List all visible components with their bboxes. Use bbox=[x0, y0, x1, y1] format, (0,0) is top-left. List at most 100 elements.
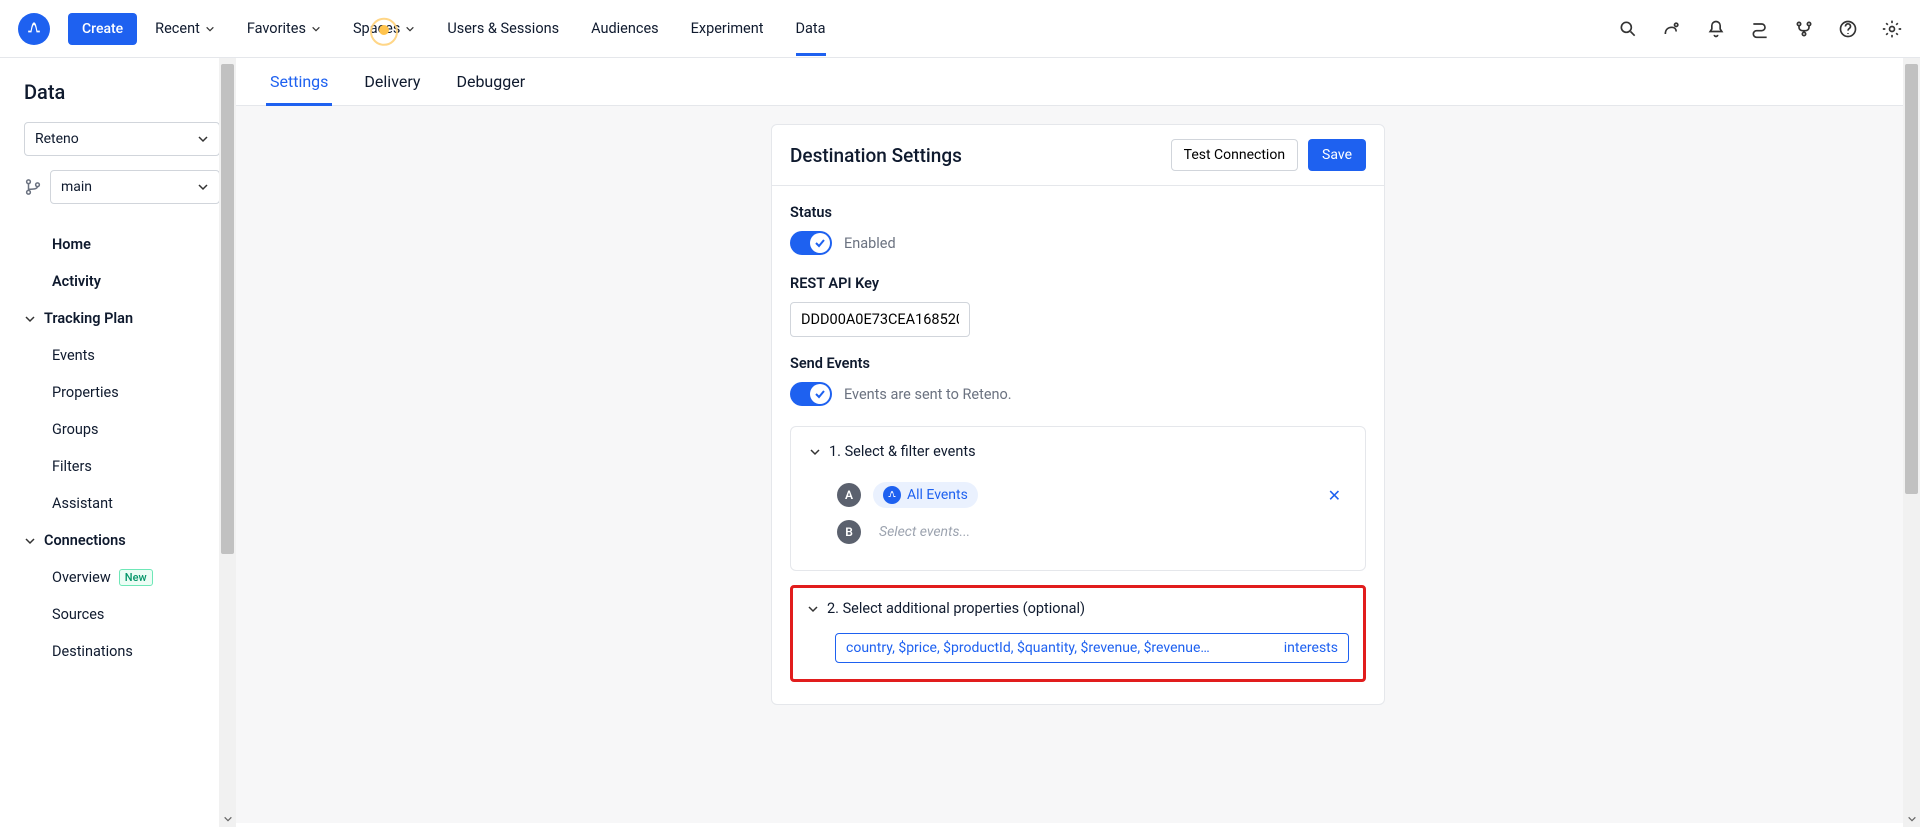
select-events-placeholder[interactable]: Select events... bbox=[873, 520, 976, 544]
topbar-right bbox=[1618, 19, 1902, 39]
scroll-thumb[interactable] bbox=[1905, 64, 1918, 494]
nav-users-sessions[interactable]: Users & Sessions bbox=[447, 2, 559, 55]
chevron-down-icon bbox=[197, 181, 209, 193]
section2-title: 2. Select additional properties (optiona… bbox=[827, 600, 1085, 617]
nav-label: Data bbox=[796, 20, 826, 37]
sidebar-item-activity[interactable]: Activity bbox=[24, 263, 220, 300]
nav-favorites[interactable]: Favorites bbox=[247, 2, 321, 55]
send-events-toggle[interactable] bbox=[790, 382, 832, 406]
status-label: Status bbox=[790, 204, 1366, 221]
tab-debugger[interactable]: Debugger bbox=[452, 58, 529, 105]
record-icon[interactable] bbox=[1662, 19, 1682, 39]
nav-label: Audiences bbox=[591, 20, 659, 37]
chevron-down-icon bbox=[24, 535, 36, 547]
remove-event-a[interactable]: ✕ bbox=[1322, 486, 1347, 505]
toggle-knob bbox=[810, 233, 830, 253]
branch-select[interactable]: main bbox=[50, 170, 220, 204]
section2-header[interactable]: 2. Select additional properties (optiona… bbox=[807, 600, 1349, 617]
app-logo[interactable] bbox=[18, 13, 50, 45]
sidebar: Data Reteno main Home Activity Tracking … bbox=[0, 58, 236, 827]
sidebar-item-properties[interactable]: Properties bbox=[24, 374, 220, 411]
sidebar-group-tracking-plan[interactable]: Tracking Plan bbox=[24, 300, 220, 337]
chevron-down-icon bbox=[205, 24, 215, 34]
search-icon[interactable] bbox=[1618, 19, 1638, 39]
check-icon bbox=[814, 237, 826, 249]
amplitude-logo-icon bbox=[24, 19, 44, 39]
save-button[interactable]: Save bbox=[1308, 139, 1366, 171]
event-row-b: B Select events... bbox=[809, 514, 1347, 550]
sidebar-title: Data bbox=[24, 80, 220, 104]
gear-icon[interactable] bbox=[1882, 19, 1902, 39]
api-key-label: REST API Key bbox=[790, 275, 1366, 292]
sidebar-item-overview[interactable]: OverviewNew bbox=[24, 559, 220, 596]
test-connection-button[interactable]: Test Connection bbox=[1171, 139, 1298, 171]
topbar: Create Recent Favorites Spaces Users & S… bbox=[0, 0, 1920, 58]
main-scrollbar[interactable] bbox=[1903, 58, 1920, 827]
nav-label: Users & Sessions bbox=[447, 20, 559, 37]
chevron-down-icon bbox=[197, 133, 209, 145]
chevron-down-icon bbox=[405, 24, 415, 34]
toggle-knob bbox=[810, 384, 830, 404]
chevron-down-icon bbox=[24, 313, 36, 325]
sidebar-item-destinations[interactable]: Destinations bbox=[24, 633, 220, 670]
section1-title: 1. Select & filter events bbox=[829, 443, 976, 460]
sidebar-item-filters[interactable]: Filters bbox=[24, 448, 220, 485]
destination-settings-card: Destination Settings Test Connection Sav… bbox=[771, 124, 1385, 705]
route-icon[interactable] bbox=[1750, 19, 1770, 39]
scroll-down-arrow[interactable] bbox=[1903, 810, 1920, 827]
section1-header[interactable]: 1. Select & filter events bbox=[809, 443, 1347, 460]
check-icon bbox=[814, 388, 826, 400]
nav-audiences[interactable]: Audiences bbox=[591, 2, 659, 55]
event-row-a: A All Events ✕ bbox=[809, 476, 1347, 514]
status-toggle[interactable] bbox=[790, 231, 832, 255]
amplitude-icon bbox=[883, 486, 901, 504]
nav-label: Favorites bbox=[247, 20, 306, 37]
chevron-down-icon bbox=[311, 24, 321, 34]
api-key-input[interactable] bbox=[790, 302, 970, 337]
bell-icon[interactable] bbox=[1706, 19, 1726, 39]
card-title: Destination Settings bbox=[790, 144, 962, 167]
sidebar-item-assistant[interactable]: Assistant bbox=[24, 485, 220, 522]
new-badge: New bbox=[119, 569, 153, 586]
sidebar-scrollbar[interactable] bbox=[219, 58, 236, 827]
git-branch-icon bbox=[24, 178, 42, 196]
nav-experiment[interactable]: Experiment bbox=[691, 2, 764, 55]
send-events-value: Events are sent to Reteno. bbox=[844, 386, 1012, 403]
scroll-thumb[interactable] bbox=[221, 64, 234, 554]
help-icon[interactable] bbox=[1838, 19, 1858, 39]
project-select-value: Reteno bbox=[35, 131, 79, 147]
sidebar-item-groups[interactable]: Groups bbox=[24, 411, 220, 448]
nav-spaces[interactable]: Spaces bbox=[353, 2, 415, 55]
nav-label: Spaces bbox=[353, 20, 400, 37]
create-button[interactable]: Create bbox=[68, 13, 137, 45]
sidebar-item-home[interactable]: Home bbox=[24, 226, 220, 263]
chevron-down-icon bbox=[807, 603, 819, 615]
scroll-down-arrow[interactable] bbox=[219, 810, 236, 827]
send-events-label: Send Events bbox=[790, 355, 1366, 372]
props-left: country, $price, $productId, $quantity, … bbox=[846, 640, 1216, 656]
sub-tabs: Settings Delivery Debugger bbox=[236, 58, 1920, 106]
nav-label: Recent bbox=[155, 20, 200, 37]
nav-recent[interactable]: Recent bbox=[155, 2, 215, 55]
sidebar-item-events[interactable]: Events bbox=[24, 337, 220, 374]
props-right: interests bbox=[1284, 640, 1338, 656]
nav-label: Experiment bbox=[691, 20, 764, 37]
sidebar-item-sources[interactable]: Sources bbox=[24, 596, 220, 633]
project-select[interactable]: Reteno bbox=[24, 122, 220, 156]
letter-badge-b: B bbox=[837, 520, 861, 544]
nav-data[interactable]: Data bbox=[796, 2, 826, 55]
sidebar-group-connections[interactable]: Connections bbox=[24, 522, 220, 559]
status-value: Enabled bbox=[844, 235, 896, 252]
top-nav: Recent Favorites Spaces Users & Sessions… bbox=[155, 2, 825, 55]
highlighted-section2: 2. Select additional properties (optiona… bbox=[790, 585, 1366, 682]
letter-badge-a: A bbox=[837, 483, 861, 507]
branch-select-value: main bbox=[61, 179, 92, 195]
tab-settings[interactable]: Settings bbox=[266, 58, 332, 105]
event-a-label: All Events bbox=[907, 487, 968, 503]
all-events-pill[interactable]: All Events bbox=[873, 482, 978, 508]
additional-properties-select[interactable]: country, $price, $productId, $quantity, … bbox=[835, 633, 1349, 663]
select-filter-events-card: 1. Select & filter events A All Events ✕… bbox=[790, 426, 1366, 571]
branch-icon[interactable] bbox=[1794, 19, 1814, 39]
tab-delivery[interactable]: Delivery bbox=[360, 58, 424, 105]
chevron-down-icon bbox=[809, 446, 821, 458]
